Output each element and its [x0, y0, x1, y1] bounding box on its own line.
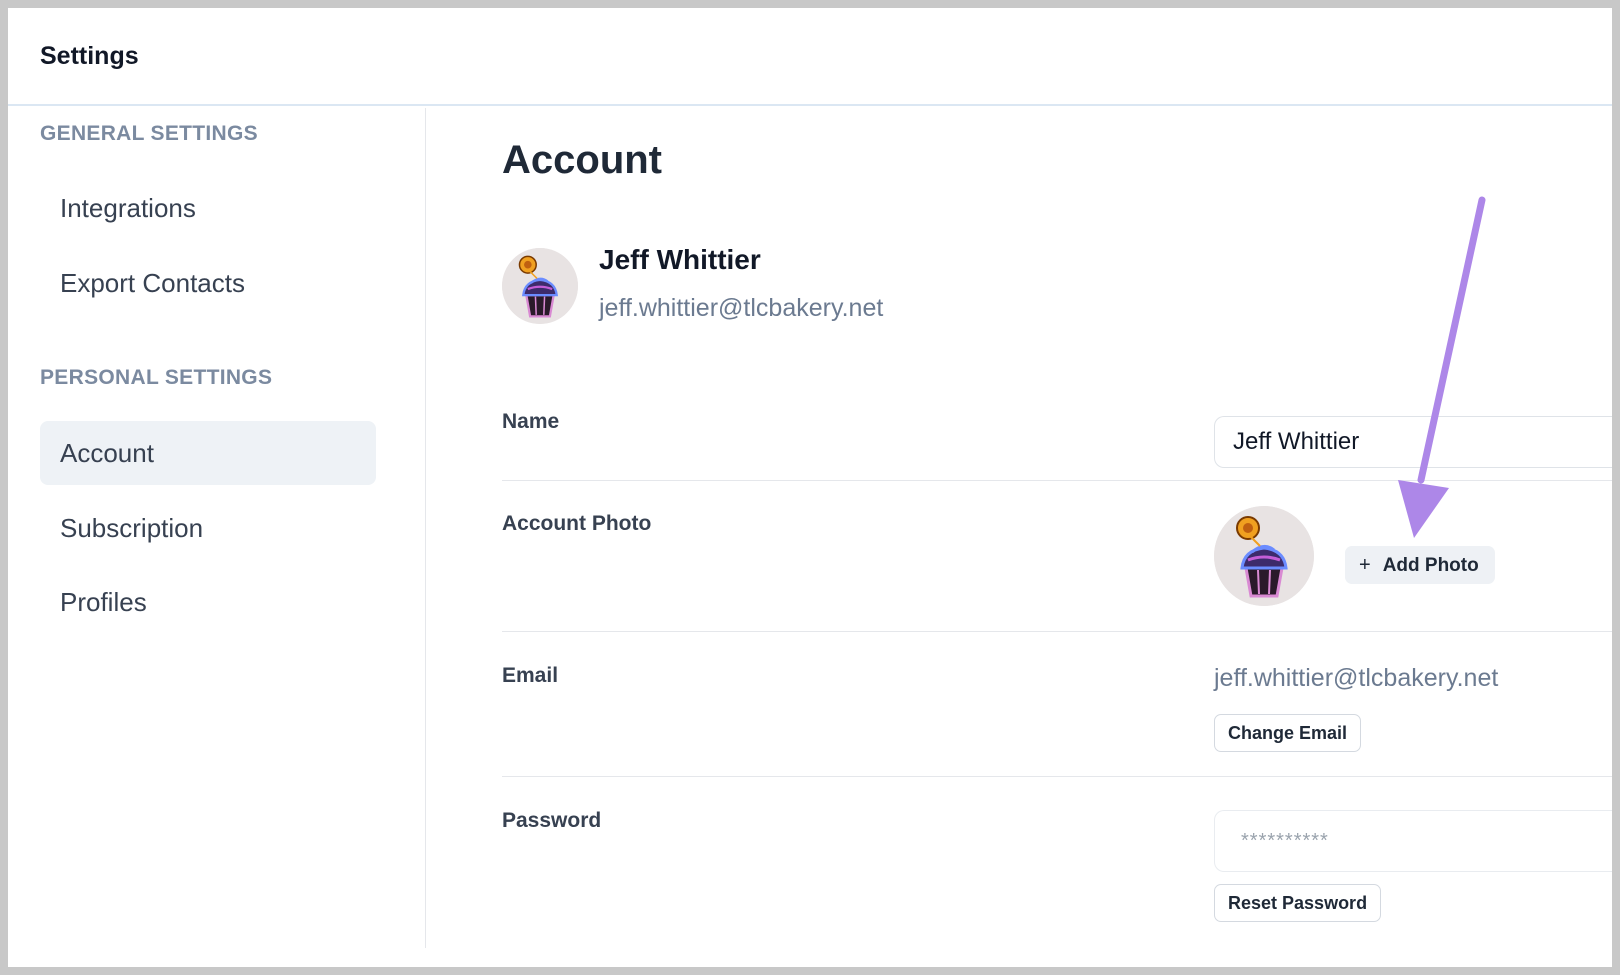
name-label: Name: [502, 410, 560, 433]
account-photo-avatar: [1214, 506, 1314, 606]
add-photo-button[interactable]: + Add Photo: [1345, 546, 1495, 584]
plus-icon: +: [1359, 553, 1371, 576]
profile-email: jeff.whittier@tlcbakery.net: [599, 294, 884, 322]
sidebar-item-account[interactable]: Account: [40, 421, 376, 485]
sidebar-item-profiles[interactable]: Profiles: [40, 570, 376, 634]
sidebar-item-export-contacts[interactable]: Export Contacts: [40, 251, 376, 315]
profile-avatar: [502, 248, 578, 324]
sidebar-item-integrations[interactable]: Integrations: [40, 176, 376, 240]
change-email-button[interactable]: Change Email: [1214, 714, 1362, 752]
personal-settings-heading: PERSONAL SETTINGS: [40, 366, 273, 389]
cupcake-icon: [1214, 506, 1314, 606]
divider: [502, 631, 1612, 632]
main-content: Account Jeff Whittier jeff.whittier@tlcb…: [426, 108, 1612, 967]
cupcake-icon: [502, 248, 578, 324]
profile-name: Jeff Whittier: [599, 244, 761, 275]
settings-window: Settings GENERAL SETTINGS Integrations E…: [8, 8, 1612, 967]
app-title: Settings: [40, 42, 139, 70]
page-title: Account: [502, 138, 662, 182]
account-photo-label: Account Photo: [502, 512, 652, 535]
email-value: jeff.whittier@tlcbakery.net: [1214, 664, 1499, 692]
divider: [502, 480, 1612, 481]
reset-password-button[interactable]: Reset Password: [1214, 884, 1382, 922]
name-input[interactable]: [1214, 416, 1612, 468]
top-bar: Settings: [8, 8, 1612, 106]
password-field[interactable]: **********: [1214, 810, 1612, 872]
sidebar: GENERAL SETTINGS Integrations Export Con…: [8, 108, 426, 948]
add-photo-label: Add Photo: [1382, 554, 1479, 576]
sidebar-item-subscription[interactable]: Subscription: [40, 496, 376, 560]
divider: [502, 776, 1612, 777]
general-settings-heading: GENERAL SETTINGS: [40, 122, 258, 145]
email-label: Email: [502, 664, 559, 687]
password-label: Password: [502, 809, 602, 832]
